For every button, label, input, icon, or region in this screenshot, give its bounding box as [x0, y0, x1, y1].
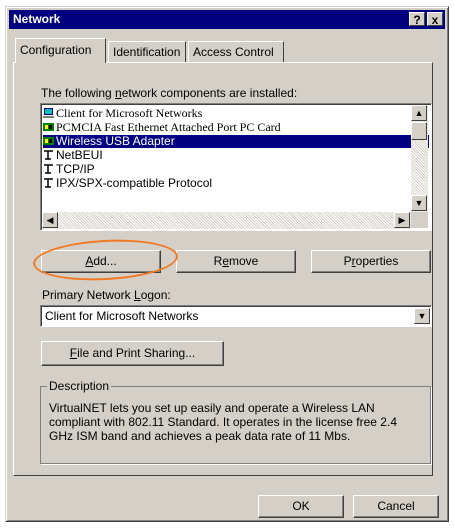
tab-configuration[interactable]: Configuration	[15, 38, 106, 63]
components-listbox[interactable]: Client for Microsoft Networks PCMCIA Fas…	[40, 103, 432, 231]
tab-label: Configuration	[20, 43, 92, 57]
logon-select-value: Client for Microsoft Networks	[45, 309, 199, 323]
title-bar[interactable]: Network ? x	[9, 10, 445, 29]
description-groupbox: Description VirtualNET lets you set up e…	[40, 379, 431, 464]
client-icon	[43, 108, 54, 118]
file-print-sharing-button[interactable]: File and Print Sharing...	[41, 341, 224, 366]
list-item[interactable]: NetBEUI	[43, 149, 429, 162]
add-button-label: Add...	[85, 254, 117, 268]
list-item-label: NetBEUI	[56, 148, 103, 162]
horizontal-scrollbar-track[interactable]	[42, 212, 411, 229]
list-item-label: TCP/IP	[56, 162, 95, 176]
chevron-down-icon: ▼	[417, 311, 427, 321]
description-text: VirtualNET lets you set up easily and op…	[49, 401, 397, 443]
close-button[interactable]: x	[427, 12, 443, 27]
tab-access-control[interactable]: Access Control	[188, 41, 284, 62]
list-item-label: PCMCIA Fast Ethernet Attached Port PC Ca…	[56, 120, 281, 134]
protocol-icon	[43, 164, 54, 174]
list-item[interactable]: TCP/IP	[43, 163, 429, 176]
logon-select[interactable]: Client for Microsoft Networks ▼	[40, 305, 432, 327]
properties-button[interactable]: Properties	[311, 250, 431, 273]
tab-identification[interactable]: Identification	[108, 41, 186, 62]
protocol-icon	[43, 178, 54, 188]
list-item[interactable]: Wireless USB Adapter	[43, 135, 429, 148]
window-title: Network	[13, 12, 61, 26]
cancel-button[interactable]: Cancel	[353, 495, 439, 518]
arrow-left-icon: ◀	[46, 215, 54, 225]
logon-label: Primary Network Logon:	[42, 288, 171, 302]
scroll-thumb[interactable]	[411, 122, 427, 140]
scroll-left-button[interactable]: ◀	[42, 212, 58, 228]
list-item[interactable]: IPX/SPX-compatible Protocol	[43, 177, 429, 190]
ok-button[interactable]: OK	[258, 495, 344, 518]
arrow-up-icon: ▲	[414, 108, 424, 118]
remove-button-label: Remove	[213, 254, 259, 268]
remove-button[interactable]: Remove	[176, 250, 296, 273]
dropdown-button[interactable]: ▼	[414, 308, 430, 324]
scroll-right-button[interactable]: ▶	[394, 212, 410, 228]
tab-label: Identification	[113, 45, 181, 59]
scroll-down-button[interactable]: ▼	[411, 195, 427, 211]
help-button[interactable]: ?	[409, 12, 425, 27]
scrollbar-corner	[411, 212, 428, 228]
add-button[interactable]: Add...	[41, 250, 161, 273]
list-item[interactable]: Client for Microsoft Networks	[43, 107, 429, 120]
tab-label: Access Control	[193, 45, 274, 59]
description-title: Description	[47, 379, 112, 393]
list-item-label: Wireless USB Adapter	[56, 134, 175, 148]
protocol-icon	[43, 150, 54, 160]
scroll-up-button[interactable]: ▲	[411, 105, 427, 121]
adapter-icon	[43, 122, 54, 132]
list-item[interactable]: PCMCIA Fast Ethernet Attached Port PC Ca…	[43, 121, 429, 134]
arrow-down-icon: ▼	[414, 198, 424, 208]
properties-button-label: Properties	[343, 254, 399, 268]
components-label: The following network components are ins…	[41, 86, 298, 100]
arrow-right-icon: ▶	[398, 215, 406, 225]
list-item-label: Client for Microsoft Networks	[56, 106, 203, 120]
list-item-label: IPX/SPX-compatible Protocol	[56, 176, 213, 190]
adapter-icon	[43, 136, 54, 146]
file-print-sharing-label: File and Print Sharing...	[69, 346, 196, 360]
